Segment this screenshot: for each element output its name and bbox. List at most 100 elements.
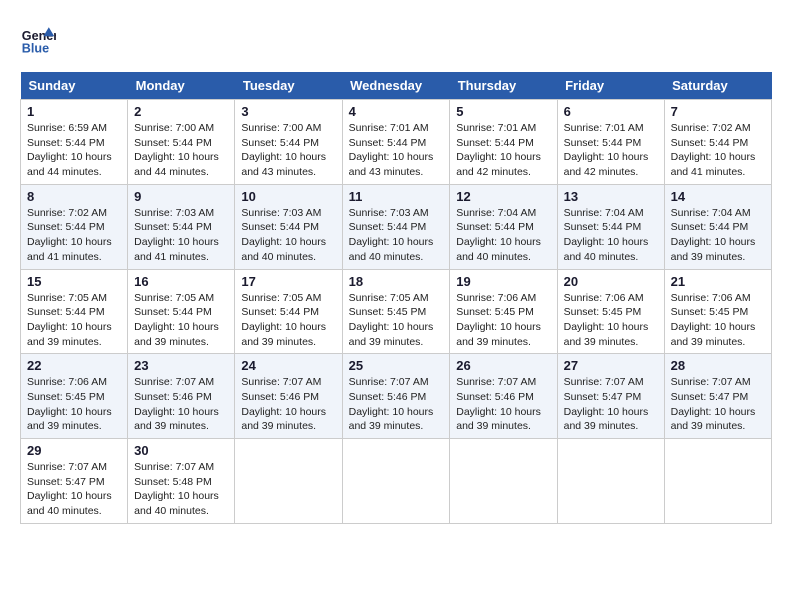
- day-info: Sunrise: 7:02 AMSunset: 5:44 PMDaylight:…: [671, 121, 765, 180]
- column-header-tuesday: Tuesday: [235, 72, 342, 100]
- sunset-label: Sunset: 5:46 PM: [134, 391, 212, 403]
- day-info: Sunrise: 7:06 AMSunset: 5:45 PMDaylight:…: [27, 375, 121, 434]
- daylight-label: Daylight: 10 hours and 39 minutes.: [671, 406, 756, 433]
- sunrise-label: Sunrise: 7:03 AM: [349, 207, 429, 219]
- day-number: 19: [456, 274, 550, 289]
- day-number: 20: [564, 274, 658, 289]
- sunset-label: Sunset: 5:44 PM: [456, 137, 534, 149]
- day-number: 2: [134, 104, 228, 119]
- calendar-cell: 2 Sunrise: 7:00 AMSunset: 5:44 PMDaylight…: [128, 100, 235, 185]
- day-number: 9: [134, 189, 228, 204]
- day-info: Sunrise: 7:07 AMSunset: 5:47 PMDaylight:…: [27, 460, 121, 519]
- daylight-label: Daylight: 10 hours and 39 minutes.: [241, 406, 326, 433]
- calendar-cell: 29 Sunrise: 7:07 AMSunset: 5:47 PMDayligh…: [21, 439, 128, 524]
- sunset-label: Sunset: 5:47 PM: [671, 391, 749, 403]
- day-number: 12: [456, 189, 550, 204]
- calendar-cell: 8Sunrise: 7:02 AMSunset: 5:44 PMDaylight…: [21, 184, 128, 269]
- calendar-cell: 3Sunrise: 7:00 AMSunset: 5:44 PMDaylight…: [235, 100, 342, 185]
- calendar-cell: 16 Sunrise: 7:05 AM Sunset: 5:44 PM Dayligh…: [128, 269, 235, 354]
- daylight-label: Daylight: 10 hours and 43 minutes.: [241, 151, 326, 178]
- daylight-label: Daylight: 10 hours and 39 minutes.: [27, 321, 112, 348]
- sunset-label: Sunset: 5:44 PM: [27, 306, 105, 318]
- sunset-label: Sunset: 5:44 PM: [134, 306, 212, 318]
- sunset-label: Sunset: 5:44 PM: [134, 221, 212, 233]
- sunrise-label: Sunrise: 7:00 AM: [241, 122, 321, 134]
- sunset-label: Sunset: 5:46 PM: [241, 391, 319, 403]
- daylight-label: Daylight: 10 hours and 39 minutes.: [134, 406, 219, 433]
- daylight-label: Daylight: 10 hours and 42 minutes.: [564, 151, 649, 178]
- page-header: General Blue: [20, 20, 772, 56]
- daylight-label: Daylight: 10 hours and 40 minutes.: [456, 236, 541, 263]
- sunset-label: Sunset: 5:44 PM: [27, 221, 105, 233]
- sunrise-label: Sunrise: 7:02 AM: [671, 122, 751, 134]
- column-header-sunday: Sunday: [21, 72, 128, 100]
- day-number: 6: [564, 104, 658, 119]
- day-number: 29: [27, 443, 121, 458]
- day-number: 16: [134, 274, 228, 289]
- day-number: 22: [27, 358, 121, 373]
- sunrise-label: Sunrise: 7:05 AM: [241, 292, 321, 304]
- sunrise-label: Sunrise: 7:00 AM: [134, 122, 214, 134]
- daylight-label: Daylight: 10 hours and 43 minutes.: [349, 151, 434, 178]
- calendar-cell: 17Sunrise: 7:05 AMSunset: 5:44 PMDayligh…: [235, 269, 342, 354]
- sunset-label: Sunset: 5:45 PM: [456, 306, 534, 318]
- day-number: 8: [27, 189, 121, 204]
- calendar-week-3: 15Sunrise: 7:05 AMSunset: 5:44 PMDayligh…: [21, 269, 772, 354]
- day-info: Sunrise: 7:04 AMSunset: 5:44 PMDaylight:…: [671, 206, 765, 265]
- calendar-week-4: 22 Sunrise: 7:06 AMSunset: 5:45 PMDayligh…: [21, 354, 772, 439]
- daylight-label: Daylight: 10 hours and 39 minutes.: [564, 406, 649, 433]
- calendar: SundayMondayTuesdayWednesdayThursdayFrid…: [20, 72, 772, 524]
- daylight-label: Daylight: 10 hours and 44 minutes.: [27, 151, 112, 178]
- calendar-cell: 25Sunrise: 7:07 AMSunset: 5:46 PMDayligh…: [342, 354, 450, 439]
- calendar-cell: 7Sunrise: 7:02 AMSunset: 5:44 PMDaylight…: [664, 100, 771, 185]
- day-number: 26: [456, 358, 550, 373]
- daylight-label: Daylight: 10 hours and 40 minutes.: [564, 236, 649, 263]
- day-info: Sunrise: 7:01 AMSunset: 5:44 PMDaylight:…: [349, 121, 444, 180]
- daylight-label: Daylight: 10 hours and 39 minutes.: [564, 321, 649, 348]
- sunset-label: Sunset: 5:44 PM: [671, 221, 749, 233]
- sunrise-label: Sunrise: 7:05 AM: [134, 292, 214, 304]
- daylight-label: Daylight: 10 hours and 41 minutes.: [27, 236, 112, 263]
- calendar-cell: 24Sunrise: 7:07 AMSunset: 5:46 PMDayligh…: [235, 354, 342, 439]
- day-number: 14: [671, 189, 765, 204]
- daylight-label: Daylight: 10 hours and 41 minutes.: [134, 236, 219, 263]
- day-number: 27: [564, 358, 658, 373]
- calendar-cell: 6Sunrise: 7:01 AMSunset: 5:44 PMDaylight…: [557, 100, 664, 185]
- column-header-saturday: Saturday: [664, 72, 771, 100]
- sunrise-label: Sunrise: 7:07 AM: [241, 376, 321, 388]
- calendar-cell: 10Sunrise: 7:03 AMSunset: 5:44 PMDayligh…: [235, 184, 342, 269]
- sunrise-label: Sunrise: 7:03 AM: [134, 207, 214, 219]
- sunset-label: Sunset: 5:45 PM: [27, 391, 105, 403]
- sunrise-label: Sunrise: 7:04 AM: [564, 207, 644, 219]
- day-number: 3: [241, 104, 335, 119]
- sunrise-label: Sunrise: 7:07 AM: [456, 376, 536, 388]
- daylight-label: Daylight: 10 hours and 39 minutes.: [456, 406, 541, 433]
- calendar-cell: 14 Sunrise: 7:04 AMSunset: 5:44 PMDayligh…: [664, 184, 771, 269]
- daylight-label: Daylight: 10 hours and 40 minutes.: [134, 490, 219, 517]
- calendar-cell: 19Sunrise: 7:06 AMSunset: 5:45 PMDayligh…: [450, 269, 557, 354]
- sunset-label: Sunset: 5:48 PM: [134, 476, 212, 488]
- sunset-label: Sunset: 5:46 PM: [456, 391, 534, 403]
- sunset-label: Sunset: 5:44 PM: [27, 137, 105, 149]
- calendar-cell: 9 Sunrise: 7:03 AM Sunset: 5:44 PM Daylight…: [128, 184, 235, 269]
- calendar-week-2: 8Sunrise: 7:02 AMSunset: 5:44 PMDaylight…: [21, 184, 772, 269]
- daylight-label: Daylight: 10 hours and 40 minutes.: [241, 236, 326, 263]
- column-header-friday: Friday: [557, 72, 664, 100]
- day-info: Sunrise: 7:03 AMSunset: 5:44 PMDaylight:…: [349, 206, 444, 265]
- daylight-label: Daylight: 10 hours and 39 minutes.: [241, 321, 326, 348]
- column-header-thursday: Thursday: [450, 72, 557, 100]
- calendar-cell: 15Sunrise: 7:05 AMSunset: 5:44 PMDayligh…: [21, 269, 128, 354]
- calendar-cell: [235, 439, 342, 524]
- sunrise-label: Sunrise: 7:05 AM: [27, 292, 107, 304]
- daylight-label: Daylight: 10 hours and 39 minutes.: [134, 321, 219, 348]
- day-info: Sunrise: 7:05 AMSunset: 5:45 PMDaylight:…: [349, 291, 444, 350]
- calendar-cell: 30Sunrise: 7:07 AMSunset: 5:48 PMDayligh…: [128, 439, 235, 524]
- day-info: Sunrise: 7:01 AMSunset: 5:44 PMDaylight:…: [456, 121, 550, 180]
- logo: General Blue: [20, 20, 60, 56]
- day-info: Sunrise: 7:00 AMSunset: 5:44 PMDaylight:…: [134, 121, 228, 180]
- calendar-week-1: 1Sunrise: 6:59 AMSunset: 5:44 PMDaylight…: [21, 100, 772, 185]
- day-number: 25: [349, 358, 444, 373]
- logo-icon: General Blue: [20, 20, 56, 56]
- sunset-label: Sunset: 5:45 PM: [349, 306, 427, 318]
- day-number: 5: [456, 104, 550, 119]
